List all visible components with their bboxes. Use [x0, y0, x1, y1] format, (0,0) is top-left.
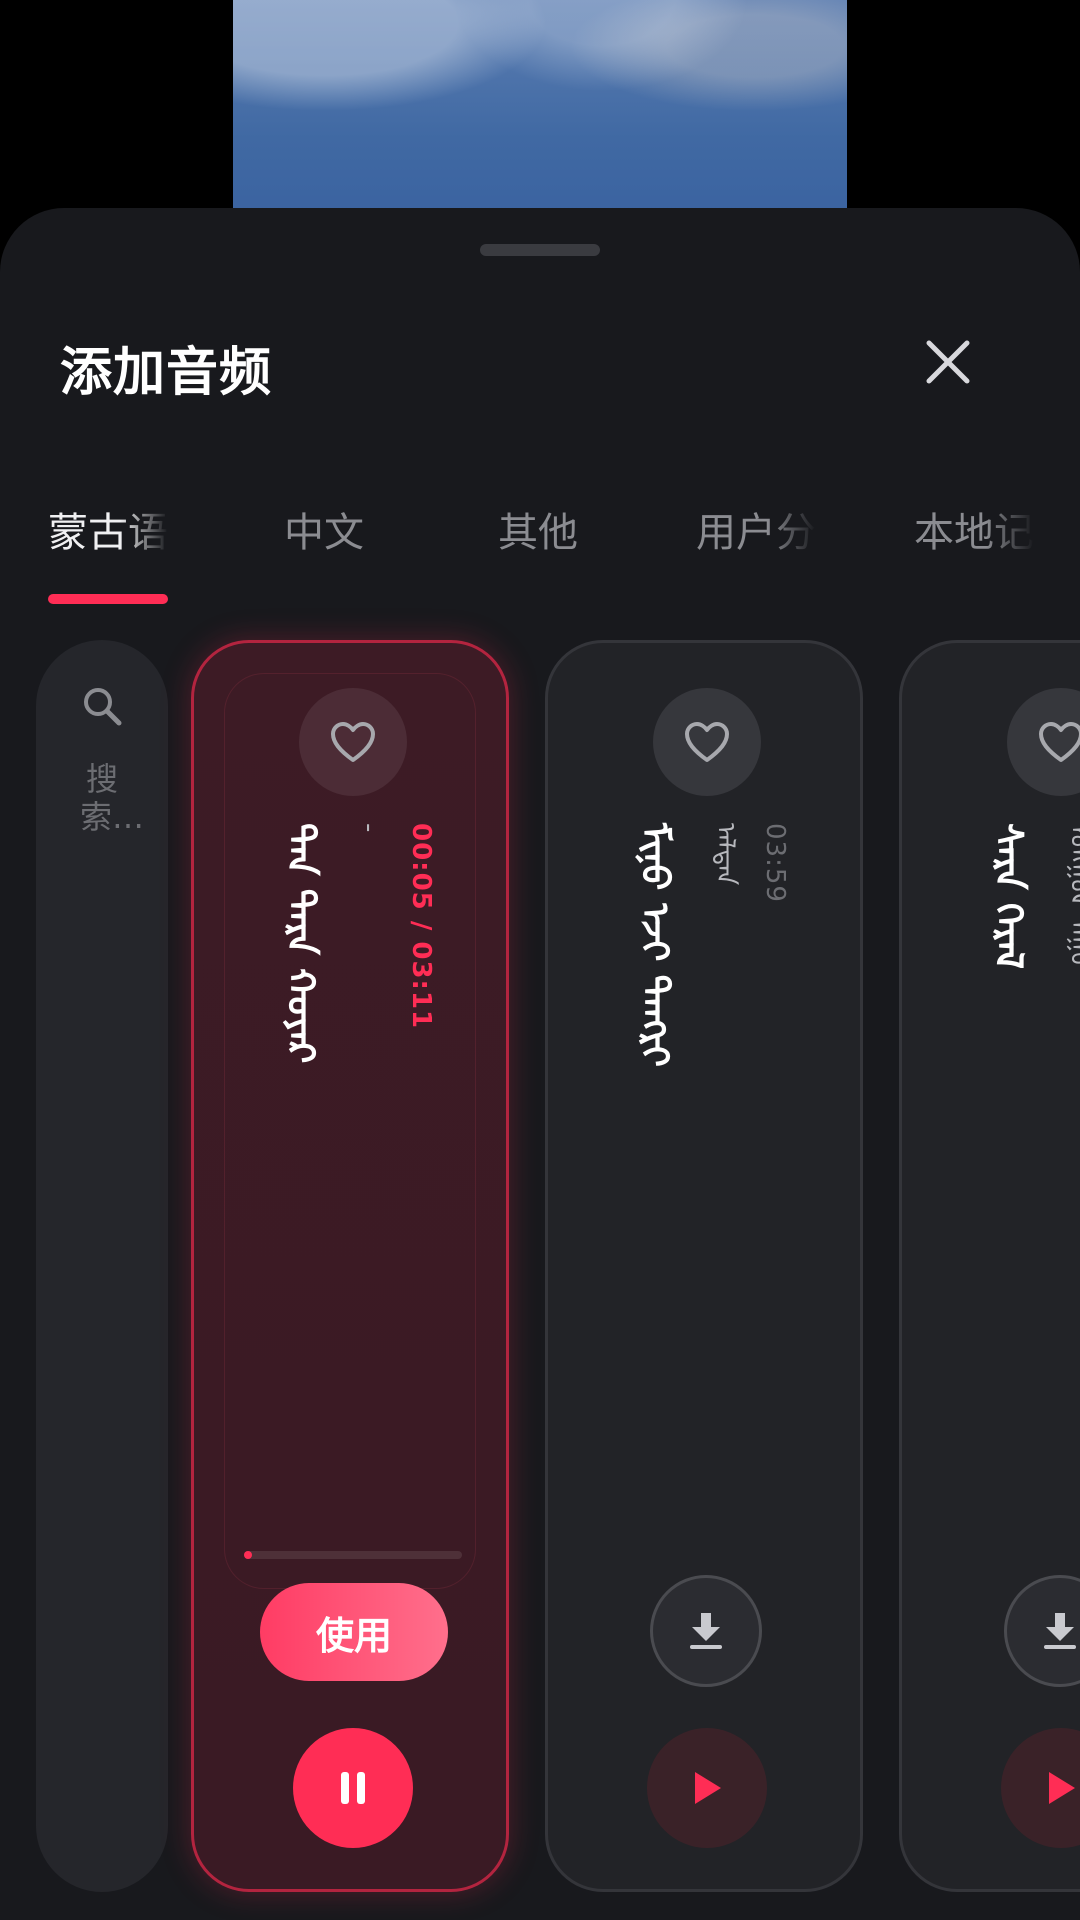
active-tab-indicator — [48, 594, 168, 604]
tab-local[interactable]: 本地记 — [914, 498, 1034, 568]
add-audio-sheet: 添加音频 蒙古语 中文 其他 用户分 本地记 搜索… ᠲᠠᠨ ᠲᠡᠷᠡ ᠬᠣᠶᠠ… — [0, 208, 1080, 1920]
close-button[interactable] — [918, 332, 978, 392]
audio-card[interactable]: ᠰᠠᠷᠠ ᠭᠡᠷᠡᠯ ᠮᠣᠩᠭᠣᠯ ᠳᠠᠭᠤ — [899, 640, 1080, 1892]
song-artist: ᠠᠯᠲᠠᠨ — [710, 823, 740, 886]
download-button[interactable] — [1004, 1575, 1080, 1687]
song-artist: ᠮᠣᠩᠭᠣᠯ ᠳᠠᠭᠤ — [1064, 823, 1080, 970]
song-artist: - — [354, 823, 384, 833]
tab-user-shared[interactable]: 用户分 — [696, 498, 816, 568]
heart-icon — [331, 722, 375, 762]
search-icon — [84, 688, 122, 726]
progress-fill — [244, 1551, 252, 1559]
heart-icon — [685, 722, 729, 762]
download-icon — [690, 1613, 722, 1649]
progress-bar[interactable] — [244, 1551, 462, 1559]
song-time: 00:05 / 03:11 — [406, 823, 436, 1030]
pause-button[interactable] — [293, 1728, 413, 1848]
heart-icon — [1039, 722, 1080, 762]
search-placeholder: 搜索… — [80, 760, 145, 836]
audio-card[interactable]: ᠮᠢᠨᠦ ᠡᠵᠢ ᠲᠡᠨᠭᠷᠢ ᠠᠯᠲᠠᠨ 03:59 — [545, 640, 863, 1892]
audio-card[interactable]: ᠲᠠᠨ ᠲᠡᠷᠡ ᠬᠣᠶᠠᠷ - 00:05 / 03:11 使用 — [191, 640, 509, 1892]
play-icon — [1049, 1772, 1075, 1804]
song-title: ᠲᠠᠨ ᠲᠡᠷᠡ ᠬᠣᠶᠠᠷ — [279, 823, 323, 1064]
use-button[interactable]: 使用 — [260, 1583, 448, 1681]
favorite-button[interactable] — [299, 688, 407, 796]
close-icon — [926, 340, 970, 384]
category-tabs: 蒙古语 中文 其他 用户分 本地记 — [0, 498, 1080, 608]
pause-icon — [341, 1772, 365, 1804]
tab-chinese[interactable]: 中文 — [284, 498, 364, 568]
favorite-button[interactable] — [653, 688, 761, 796]
sheet-drag-handle[interactable] — [480, 244, 600, 256]
play-button[interactable] — [647, 1728, 767, 1848]
song-title: ᠰᠠᠷᠠ ᠭᠡᠷᠡᠯ — [987, 823, 1031, 970]
tab-mongolian[interactable]: 蒙古语 — [48, 498, 168, 568]
play-icon — [695, 1772, 721, 1804]
favorite-button[interactable] — [1007, 688, 1080, 796]
sheet-title: 添加音频 — [60, 343, 273, 403]
background-photo — [233, 0, 847, 230]
download-icon — [1044, 1613, 1076, 1649]
download-button[interactable] — [650, 1575, 762, 1687]
play-button[interactable] — [1001, 1728, 1080, 1848]
card-glow — [224, 673, 476, 1589]
search-input[interactable]: 搜索… — [36, 640, 168, 1892]
song-duration: 03:59 — [760, 823, 790, 903]
song-title: ᠮᠢᠨᠦ ᠡᠵᠢ ᠲᠡᠨᠭᠷᠢ — [633, 823, 677, 1067]
tab-other[interactable]: 其他 — [498, 498, 578, 568]
